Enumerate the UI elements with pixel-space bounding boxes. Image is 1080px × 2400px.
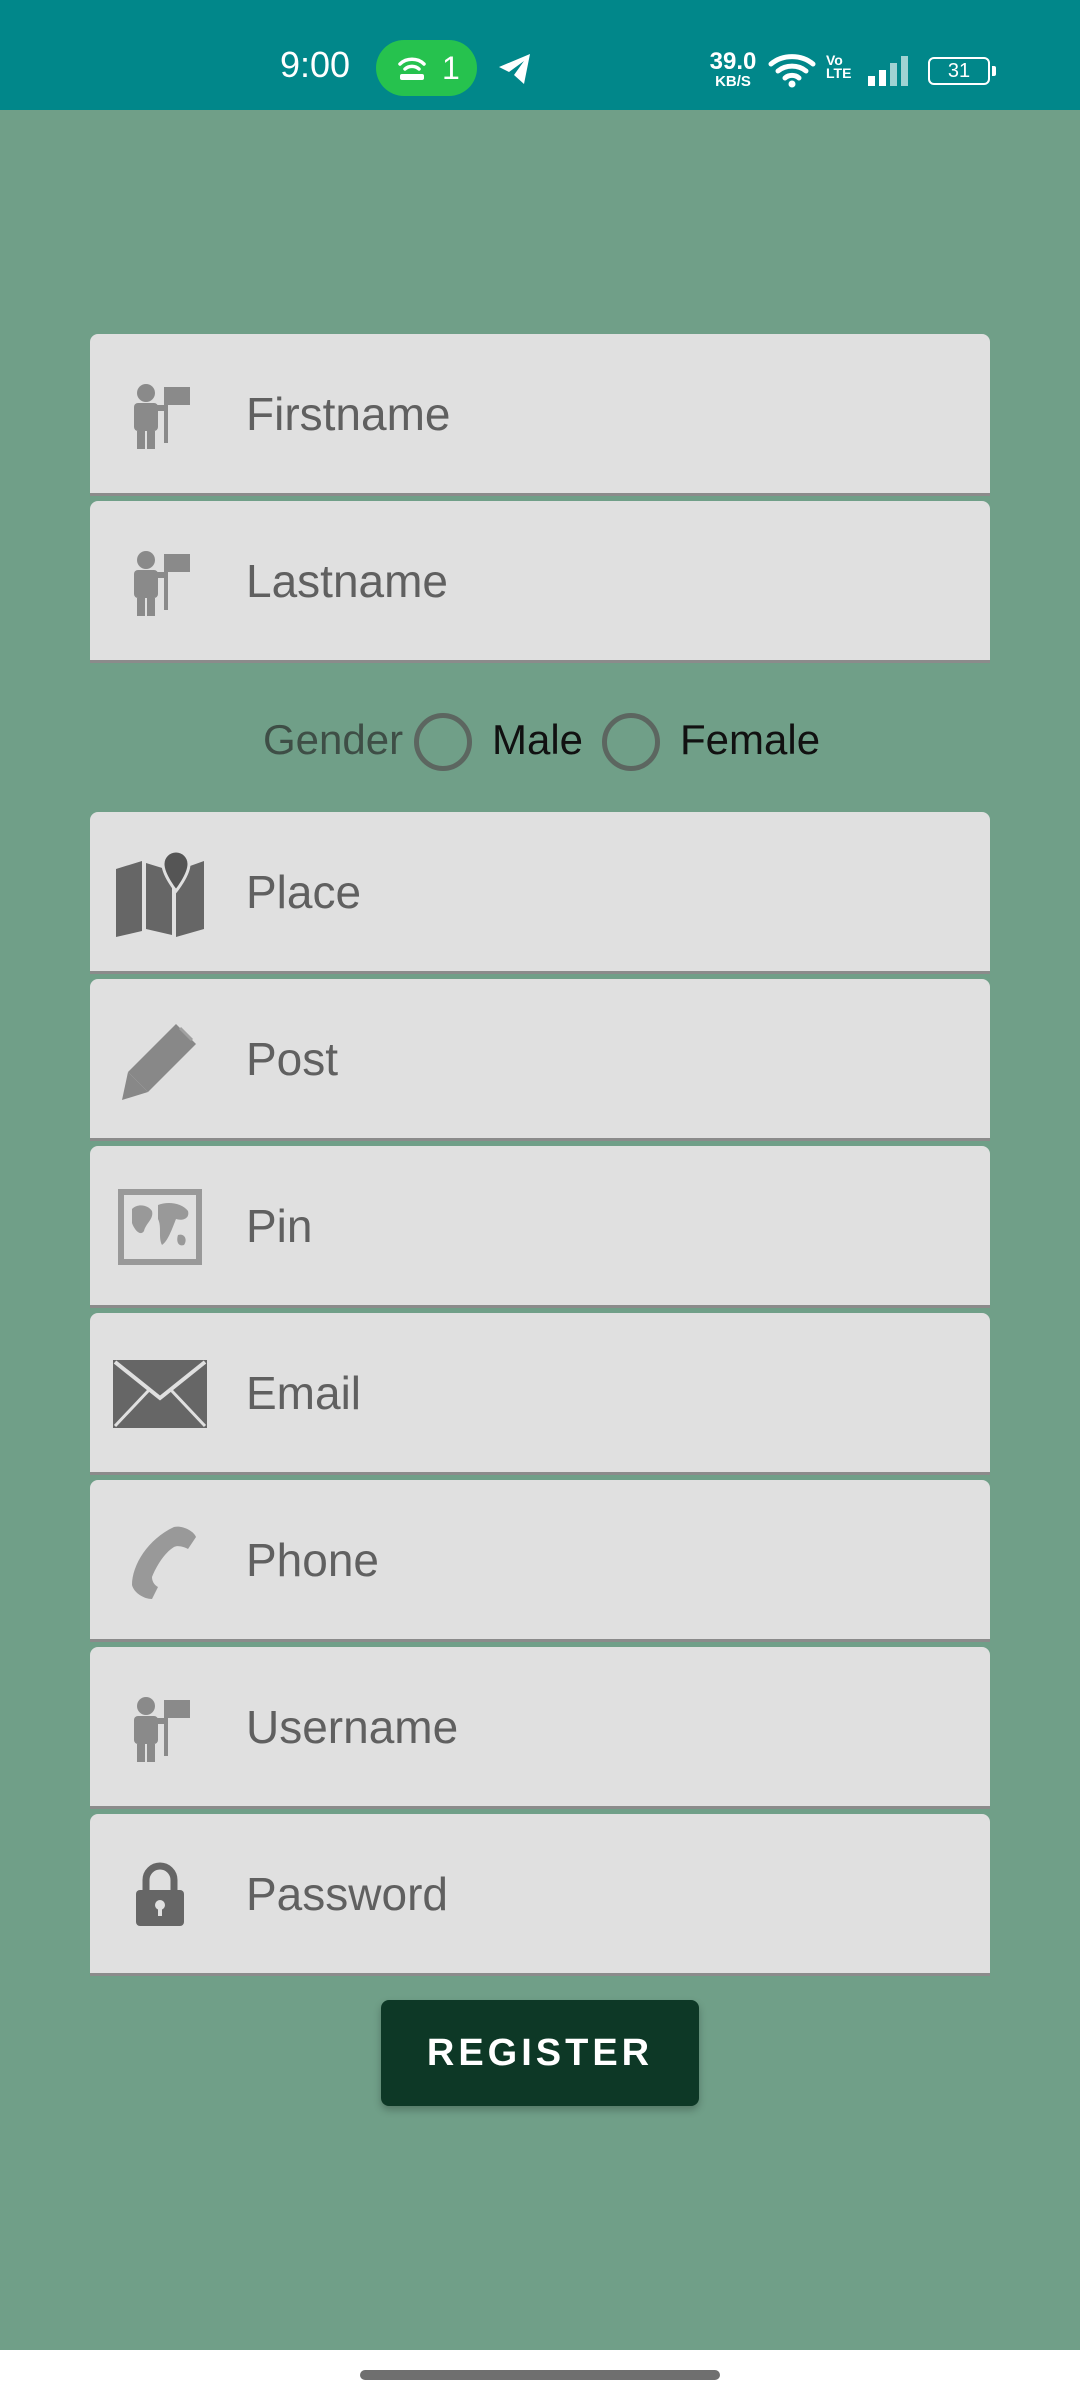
battery-icon: 31: [928, 57, 996, 85]
pencil-icon: [110, 1020, 210, 1100]
user-flag-icon: [110, 1688, 210, 1768]
user-flag-icon: [110, 542, 210, 622]
network-speed: 39.0 KB/S: [706, 48, 760, 90]
pin-field[interactable]: [90, 1146, 990, 1308]
phone-icon: [110, 1521, 210, 1601]
signal-icon: [868, 56, 908, 86]
male-radio[interactable]: [414, 713, 472, 771]
male-radio-label[interactable]: Male: [492, 716, 583, 764]
world-map-icon: [110, 1187, 210, 1267]
network-speed-value: 39.0: [709, 48, 757, 75]
navigation-bar: [0, 2350, 1080, 2400]
username-field[interactable]: [90, 1647, 990, 1809]
home-gesture-handle[interactable]: [360, 2370, 720, 2380]
phone-input[interactable]: [246, 1480, 966, 1639]
email-input[interactable]: [246, 1313, 966, 1472]
register-button[interactable]: REGISTER: [381, 2000, 699, 2106]
pin-input[interactable]: [246, 1146, 966, 1305]
female-radio-label[interactable]: Female: [680, 716, 820, 764]
username-input[interactable]: [246, 1647, 966, 1806]
place-input[interactable]: [246, 812, 966, 971]
post-input[interactable]: [246, 979, 966, 1138]
firstname-field[interactable]: [90, 334, 990, 496]
status-bar: 9:00 1 39.0 KB/S Vo LTE 31: [0, 0, 1080, 110]
post-field[interactable]: [90, 979, 990, 1141]
female-radio[interactable]: [602, 713, 660, 771]
phone-field[interactable]: [90, 1480, 990, 1642]
gender-group: Gender Male Female: [0, 706, 1080, 776]
password-input[interactable]: [246, 1814, 966, 1973]
lock-icon: [110, 1855, 210, 1935]
lastname-field[interactable]: [90, 501, 990, 663]
network-speed-unit: KB/S: [715, 73, 751, 90]
wifi-icon: [768, 54, 816, 88]
password-field[interactable]: [90, 1814, 990, 1976]
volte-indicator: Vo LTE: [826, 53, 852, 82]
place-field[interactable]: [90, 812, 990, 974]
hotspot-icon: [398, 57, 426, 80]
envelope-icon: [110, 1354, 210, 1434]
email-field[interactable]: [90, 1313, 990, 1475]
firstname-input[interactable]: [246, 334, 966, 493]
user-flag-icon: [110, 375, 210, 455]
hotspot-indicator[interactable]: 1: [376, 40, 477, 96]
lastname-input[interactable]: [246, 501, 966, 660]
telegram-icon: [499, 54, 530, 84]
gender-label: Gender: [263, 716, 404, 763]
hotspot-count: 1: [442, 50, 460, 86]
status-time: 9:00: [280, 44, 351, 85]
map-pin-icon: [110, 849, 210, 937]
volte-line2: LTE: [826, 65, 852, 82]
